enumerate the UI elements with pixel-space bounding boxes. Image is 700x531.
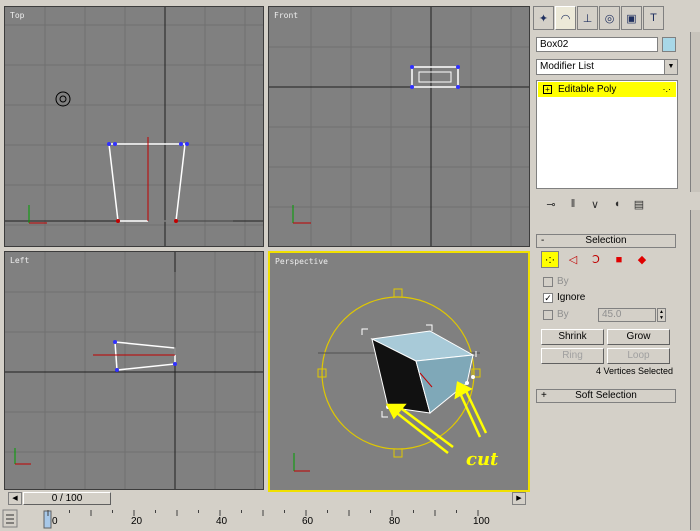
ring-button[interactable]: Ring [541,348,604,364]
viewport-top[interactable]: Top [4,6,264,247]
expand-icon[interactable]: + [543,85,552,94]
front-viewport-grid [269,7,529,246]
selection-status: 4 Vertices Selected [595,366,673,376]
command-panel: ✦ ◠ ⊥ ◎ ▣ T Box02 Modifier List ▼ + Edit… [533,0,700,531]
by-angle-row[interactable]: By [543,309,569,320]
by-angle-label: By [557,309,569,320]
configure-sets-icon[interactable]: ▤ [632,198,646,211]
stack-item-editable-poly[interactable]: + Editable Poly ·.· [538,82,676,97]
shrink-button[interactable]: Shrink [541,329,604,345]
stack-item-label: Editable Poly [558,84,617,95]
time-slider-thumb[interactable]: 0 / 100 [23,492,111,505]
stack-toolbar: ⊸ ‖ ∨ ◖ ▤ [536,193,678,215]
border-icon[interactable]: Ↄ [587,251,605,268]
remove-modifier-icon[interactable]: ◖ [610,198,624,210]
left-viewport-grid [5,252,263,489]
hierarchy-icon[interactable]: ⊥ [577,6,598,30]
viewport-left[interactable]: Left [4,251,264,490]
panel-scrollbar[interactable] [690,210,700,530]
selection-rollout-header[interactable]: - Selection [536,234,676,248]
track-tick-100: 100 [473,516,490,527]
time-slider[interactable]: ◀ 0 / 100 ▶ [4,492,530,506]
subobject-dots-icon: ·.· [662,84,672,94]
time-prev-icon[interactable]: ◀ [8,492,22,505]
modifier-list-label: Modifier List [540,61,594,72]
ignore-backfacing-row[interactable]: ✓ Ignore [543,292,585,303]
subobject-level-buttons: ·:· ◁ Ↄ ■ ◆ [541,251,651,268]
track-tick-40: 40 [216,516,228,527]
cut-annotation: cut [466,449,499,470]
track-bar-ruler [2,509,479,529]
by-vertex-row[interactable]: By [543,276,569,287]
app-window: Top Front Left Perspective cut ✦ ◠ ⊥ ◎ ▣… [0,0,700,531]
collapse-icon: - [541,235,545,246]
viewport-label-left[interactable]: Left [10,256,29,265]
chevron-down-icon[interactable]: ▼ [664,60,677,74]
utilities-icon[interactable]: T [643,6,664,30]
show-end-result-icon[interactable]: ‖ [566,198,580,210]
element-icon[interactable]: ◆ [633,251,651,268]
pin-stack-icon[interactable]: ⊸ [544,198,558,211]
track-bar[interactable]: 0 20 40 60 80 100 [0,508,533,531]
viewport-perspective[interactable]: Perspective cut [268,251,530,492]
object-name-field[interactable]: Box02 [536,37,658,52]
viewport-label-top[interactable]: Top [10,11,24,20]
panel-tabstrip: ✦ ◠ ⊥ ◎ ▣ T [533,6,683,32]
viewport-label-front[interactable]: Front [274,11,298,20]
make-unique-icon[interactable]: ∨ [588,198,602,211]
soft-selection-rollout-header[interactable]: + Soft Selection [536,389,676,403]
viewport-label-perspective[interactable]: Perspective [275,257,328,266]
top-viewport-grid [5,7,263,246]
ignore-backfacing-label: Ignore [557,292,586,303]
loop-button[interactable]: Loop [607,348,670,364]
track-tick-80: 80 [389,516,401,527]
by-angle-checkbox[interactable] [543,309,553,320]
object-color-swatch[interactable] [662,37,676,52]
modify-icon[interactable]: ◠ [555,6,576,30]
viewport-front[interactable]: Front [268,6,530,247]
angle-spinner-field[interactable]: 45.0 [598,308,656,322]
soft-selection-title: Soft Selection [575,390,637,401]
track-tick-0: 0 [52,516,58,527]
motion-icon[interactable]: ◎ [599,6,620,30]
track-tick-20: 20 [131,516,143,527]
time-next-icon[interactable]: ▶ [512,492,526,505]
display-icon[interactable]: ▣ [621,6,642,30]
by-vertex-label: By [557,276,569,287]
grow-button[interactable]: Grow [607,329,670,345]
stack-scrollbar[interactable] [690,32,700,192]
by-vertex-checkbox[interactable] [543,276,553,287]
modifier-stack[interactable]: + Editable Poly ·.· [536,80,678,189]
track-tick-60: 60 [302,516,314,527]
modifier-list-dropdown[interactable]: Modifier List ▼ [536,59,678,75]
create-icon[interactable]: ✦ [533,6,554,30]
edge-icon[interactable]: ◁ [564,251,582,268]
spinner-arrows-icon[interactable]: ▲ ▼ [657,308,666,322]
vertex-icon[interactable]: ·:· [541,251,559,268]
expand-icon: + [541,390,547,401]
selection-rollout-title: Selection [585,235,627,246]
ignore-backfacing-checkbox[interactable]: ✓ [543,292,553,303]
polygon-icon[interactable]: ■ [610,251,628,268]
